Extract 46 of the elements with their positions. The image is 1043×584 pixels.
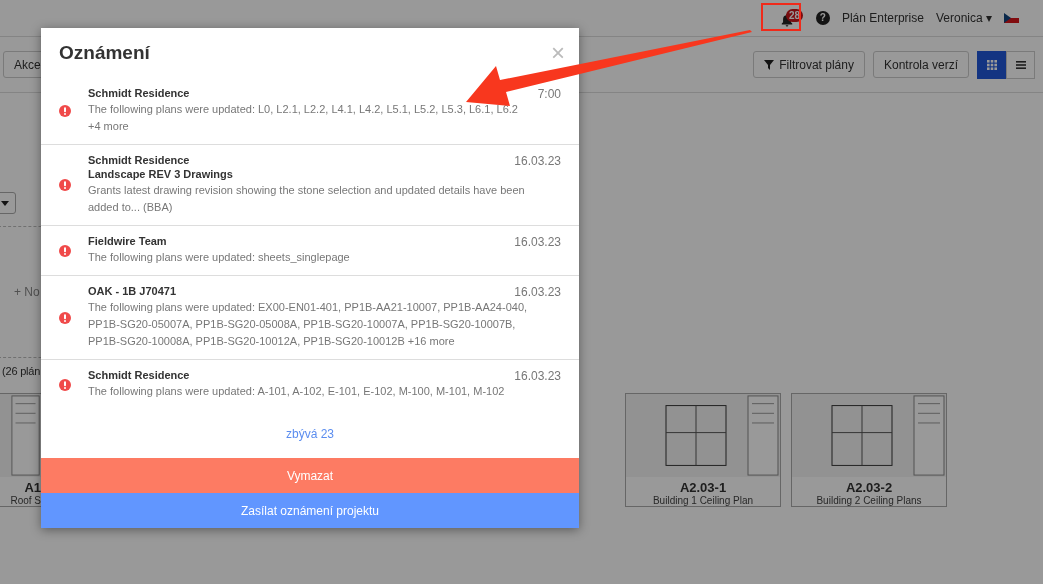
plan-count-label: (26 plán	[2, 365, 41, 377]
notification-subtitle: Landscape REV 3 Drawings	[88, 168, 234, 180]
alert-icon	[59, 244, 71, 257]
czech-flag-icon[interactable]	[1004, 13, 1019, 23]
plan-name: Roof S	[10, 495, 41, 506]
user-menu[interactable]: Veronica ▾	[935, 11, 992, 25]
remaining-link[interactable]: zbývá 23	[286, 426, 334, 441]
plan-number: A2.03-2	[845, 480, 893, 495]
highlight-box	[761, 3, 801, 31]
alert-icon	[59, 378, 71, 391]
notification-time: 16.03.23	[514, 235, 561, 249]
notification-bell-button[interactable]: 28	[775, 7, 802, 29]
filter-plans-button[interactable]: Filtrovat plány	[753, 51, 865, 78]
notification-item[interactable]: Schmidt Residence Landscape REV 3 Drawings Grants latest drawing revision showing the stone selection and updated details have been added to... (BBA) 16.03.23	[41, 145, 579, 226]
notification-time: 16.03.23	[514, 285, 561, 299]
notification-item[interactable]: Schmidt Residence The following plans were updated: A-101, A-102, E-101, E-102, M-100, M-101, M-102 16.03.23	[41, 360, 579, 409]
grid-view-button[interactable]	[977, 50, 1006, 79]
filter-icon	[764, 59, 775, 70]
plan-number: A2.03-1	[679, 480, 727, 495]
grid-icon	[986, 59, 997, 70]
notification-time: 16.03.23	[514, 369, 561, 383]
plan-name: Building 2 Ceiling Plans	[816, 495, 922, 506]
plan-card[interactable]: A2.03-1 Building 1 Ceiling Plan	[625, 393, 781, 507]
dialog-title: Oznámení	[59, 42, 150, 64]
notification-text: The following plans were updated: EX00-EN01-401, PP1B-AA21-10007, PP1B-AA24-040, PP1B-SG20-05007A, PP1B-SG20-05008A, PP1B-SG20-10007A, PP1B-SG20-10007B, PP1B-SG20-10008A, PP1B-SG20-10012A, PP1B-SG20-10012B +16 more	[88, 300, 529, 349]
alert-icon	[59, 179, 71, 191]
help-button[interactable]: ?	[815, 11, 830, 25]
notification-time: 7:00	[537, 87, 561, 101]
notification-item[interactable]: Fieldwire Team The following plans were updated: sheets_singlepage 16.03.23	[41, 226, 579, 276]
list-icon	[1015, 60, 1026, 69]
plan-number: A1	[24, 480, 41, 495]
notification-time: 16.03.23	[514, 154, 561, 168]
caret-icon	[1, 200, 9, 206]
list-view-button[interactable]	[1006, 50, 1035, 79]
alert-icon	[59, 311, 71, 324]
dropdown-button[interactable]	[0, 192, 16, 214]
plan-name: Building 1 Ceiling Plan	[652, 495, 754, 506]
version-check-button[interactable]: Kontrola verzí	[872, 51, 969, 78]
notification-text: The following plans were updated: sheets_singlepage	[88, 250, 351, 265]
plan-link[interactable]: Plán Enterprise	[841, 11, 924, 25]
alert-icon	[59, 105, 71, 117]
notification-text: The following plans were updated: L0, L2.1, L2.2, L4.1, L4.2, L5.1, L5.2, L5.3, L6.1, L6.2 +4 more	[88, 102, 519, 134]
plan-card[interactable]: A2.03-2 Building 2 Ceiling Plans	[791, 393, 947, 507]
notification-title: Schmidt Residence	[88, 87, 191, 99]
notification-text: The following plans were updated: A-101, A-102, E-101, E-102, M-100, M-101, M-102	[88, 384, 506, 399]
notification-text: Grants latest drawing revision showing the stone selection and updated details have been added to... (BBA)	[88, 183, 526, 215]
